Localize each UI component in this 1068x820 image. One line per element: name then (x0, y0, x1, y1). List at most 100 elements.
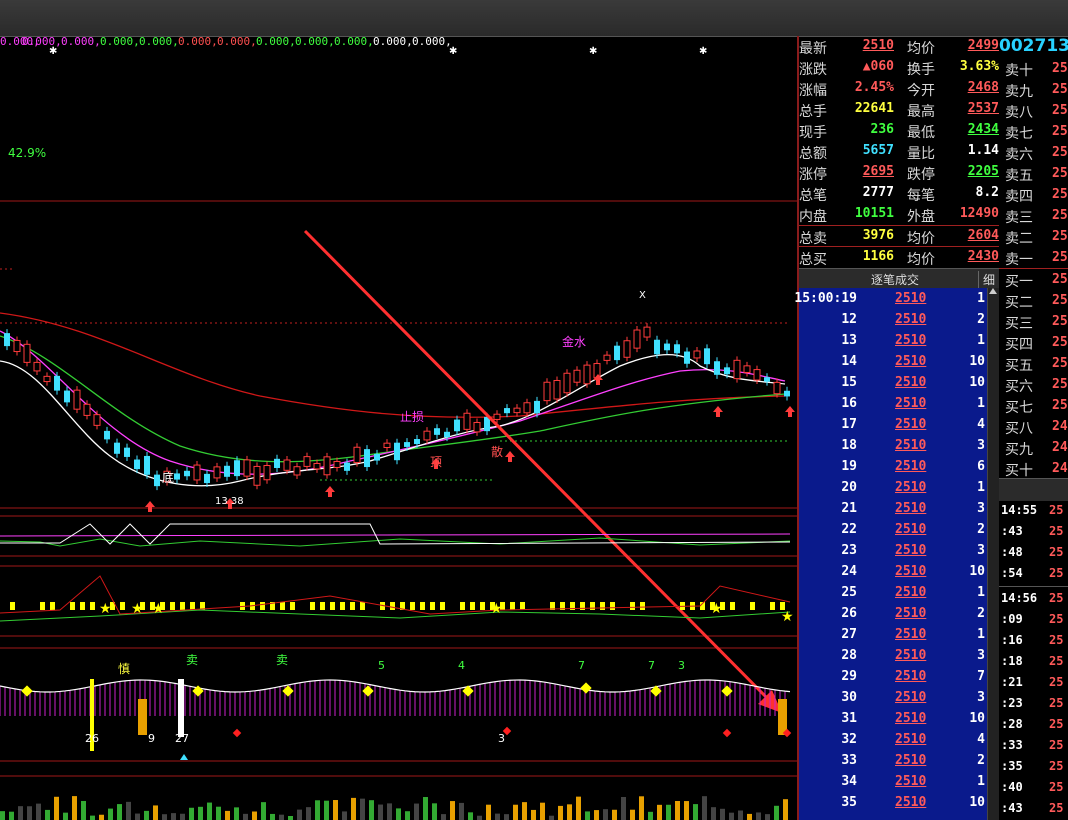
tick-time: :54 (1001, 566, 1023, 580)
volume-bar (540, 802, 545, 820)
ladder-row[interactable]: 买六 25 (999, 374, 1068, 395)
trade-row[interactable]: 34 2510 1 (799, 771, 987, 792)
tick-price: 25 (1049, 524, 1064, 538)
volume-bar (360, 798, 365, 820)
tick-price: 25 (1049, 675, 1064, 689)
tick-row[interactable]: :28 25 (999, 714, 1068, 735)
ladder-row[interactable]: 买三 25 (999, 311, 1068, 332)
ladder-row[interactable]: 卖五 25 (999, 163, 1068, 184)
ladder-row[interactable]: 买十 24 (999, 458, 1068, 479)
ladder-row[interactable]: 买七 25 (999, 395, 1068, 416)
trade-row[interactable]: 33 2510 2 (799, 750, 987, 771)
trades-scrollbar[interactable] (987, 288, 999, 820)
tick-row[interactable]: :21 25 (999, 672, 1068, 693)
indicator-value: 0.000, (178, 36, 218, 48)
tick-row[interactable]: 14:55 25 (999, 500, 1068, 521)
trade-row[interactable]: 24 2510 10 (799, 561, 987, 582)
trade-row[interactable]: 32 2510 4 (799, 729, 987, 750)
tick-row[interactable]: :35 25 (999, 756, 1068, 777)
tick-row[interactable]: :09 25 (999, 609, 1068, 630)
tick-price: 25 (1049, 591, 1064, 605)
volume-bar (612, 809, 617, 820)
volume-bar (306, 807, 311, 820)
tick-row[interactable]: :54 25 (999, 563, 1068, 584)
trade-row[interactable]: 29 2510 7 (799, 666, 987, 687)
tick-price: 25 (1049, 696, 1064, 710)
trade-row[interactable]: 28 2510 3 (799, 645, 987, 666)
tick-row[interactable]: :23 25 (999, 693, 1068, 714)
trade-row[interactable]: 25 2510 1 (799, 582, 987, 603)
ladder-row[interactable]: 买八 24 (999, 416, 1068, 437)
tick-row[interactable]: :33 25 (999, 735, 1068, 756)
trade-row[interactable]: 18 2510 3 (799, 435, 987, 456)
ladder-row[interactable]: 卖六 25 (999, 142, 1068, 163)
signal-bar-panel: ★ ★ ★ ★ ★ ★ (0, 575, 794, 625)
ladder-row[interactable]: 卖九 25 (999, 79, 1068, 100)
ladder-row[interactable]: 卖三 25 (999, 205, 1068, 226)
tick-row[interactable]: :16 25 (999, 630, 1068, 651)
ladder-row[interactable]: 买二 25 (999, 290, 1068, 311)
trade-row[interactable]: 15:00:19 2510 1 (794, 288, 987, 309)
trade-time: 21 (841, 501, 857, 516)
trade-time: 24 (841, 564, 857, 579)
trade-price: 2510 (895, 438, 927, 453)
tick-row[interactable]: 14:56 25 (999, 588, 1068, 609)
trade-row[interactable]: 16 2510 1 (799, 393, 987, 414)
candle (463, 409, 471, 434)
trade-row[interactable]: 23 2510 3 (799, 540, 987, 561)
ladder-row[interactable]: 卖二 25 (999, 226, 1068, 247)
volume-bar (288, 815, 293, 820)
trade-row[interactable]: 35 2510 10 (799, 792, 987, 813)
trade-time: 33 (841, 753, 857, 768)
trade-row[interactable]: 15 2510 10 (799, 372, 987, 393)
trade-row[interactable]: 12 2510 2 (799, 309, 987, 330)
ladder-row[interactable]: 买一 25 (999, 269, 1068, 290)
indicator-value: 0.000, (412, 36, 452, 48)
volume-bar (630, 809, 635, 820)
trade-row[interactable]: 14 2510 10 (799, 351, 987, 372)
tick-row[interactable]: :43 25 (999, 521, 1068, 542)
trade-row[interactable]: 30 2510 3 (799, 687, 987, 708)
quote-value: 2430 (967, 249, 999, 264)
count-3: 3 (498, 732, 505, 745)
ladder-row[interactable]: 卖七 25 (999, 121, 1068, 142)
trade-row[interactable]: 20 2510 1 (799, 477, 987, 498)
tick-row[interactable]: :40 25 (999, 777, 1068, 798)
trade-row[interactable]: 27 2510 1 (799, 624, 987, 645)
moving-averages (0, 312, 786, 487)
trade-row[interactable]: 22 2510 2 (799, 519, 987, 540)
tick-row[interactable]: :43 25 (999, 798, 1068, 819)
tick-price: 25 (1049, 503, 1064, 517)
ladder-label: 卖七 (1005, 126, 1033, 142)
tick-row[interactable]: :18 25 (999, 651, 1068, 672)
candle (174, 469, 180, 484)
candle (124, 443, 130, 461)
ladder-row[interactable]: 卖一 25 (999, 247, 1068, 268)
kline-chart-area[interactable]: 0.000, 0.000, 0.000, 0.000, 0.000, 0.000… (0, 36, 798, 820)
volume-bar (675, 800, 680, 820)
ladder-row[interactable]: 卖十 25 (999, 58, 1068, 79)
ladder-row[interactable]: 卖八 25 (999, 100, 1068, 121)
ladder-price: 25 (1052, 82, 1068, 97)
ladder-row[interactable]: 买四 25 (999, 332, 1068, 353)
buy-arrow-icon (325, 486, 335, 497)
indicator-value: 0.000, (295, 36, 335, 48)
trade-row[interactable]: 13 2510 1 (799, 330, 987, 351)
quote-value: 3.63% (959, 59, 999, 74)
trade-row[interactable]: 17 2510 4 (799, 414, 987, 435)
trade-row[interactable]: 26 2510 2 (799, 603, 987, 624)
trade-volume: 1 (977, 396, 985, 411)
trades-list[interactable]: 15:00:19 2510 1 12 2510 2 13 2510 1 14 2510 10 15 251… (794, 288, 987, 820)
quote-row: 内盘 10151 外盘 12490 (799, 204, 999, 225)
trade-row[interactable]: 19 2510 6 (799, 456, 987, 477)
scroll-up-icon[interactable] (989, 288, 997, 294)
trade-row[interactable]: 31 2510 10 (799, 708, 987, 729)
fine-toggle-button[interactable]: 细 (977, 271, 995, 288)
ladder-price: 25 (1052, 356, 1068, 371)
tick-row[interactable]: :48 25 (999, 542, 1068, 563)
ladder-row[interactable]: 买五 25 (999, 353, 1068, 374)
trade-row[interactable]: 21 2510 3 (799, 498, 987, 519)
ladder-row[interactable]: 买九 24 (999, 437, 1068, 458)
tick-list[interactable]: 14:55 25:43 25:48 25:54 25 14:56 25:09 25:16 25:… (999, 500, 1068, 820)
ladder-row[interactable]: 卖四 25 (999, 184, 1068, 205)
